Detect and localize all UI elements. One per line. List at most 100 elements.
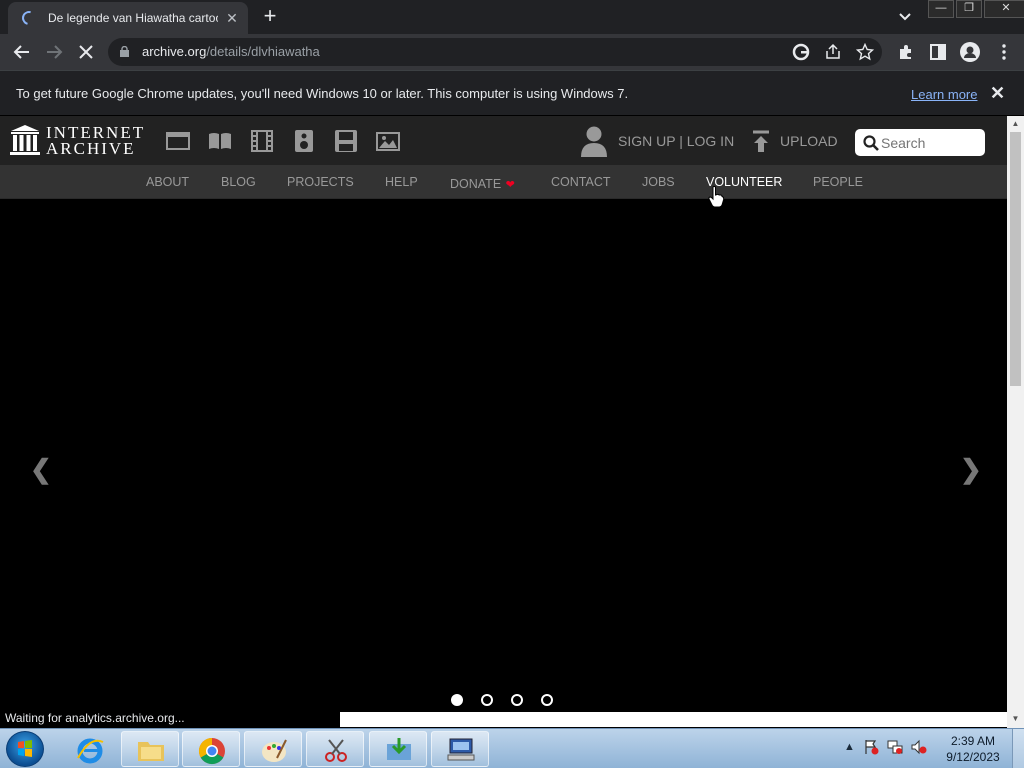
tab-close-icon[interactable]: ✕	[224, 10, 240, 27]
menu-kebab-icon[interactable]	[994, 42, 1014, 62]
web-archive-icon[interactable]	[166, 130, 190, 152]
tray-expand-icon[interactable]: ▲	[844, 741, 855, 753]
nav-help[interactable]: HELP	[385, 175, 418, 189]
nav-contact[interactable]: CONTACT	[551, 175, 611, 189]
minimize-icon[interactable]: —	[928, 0, 954, 18]
signup-login-text: SIGN UP | LOG IN	[618, 133, 735, 149]
user-avatar-icon	[581, 126, 607, 157]
address-bar[interactable]: archive.org/details/dlvhiawatha	[108, 38, 882, 66]
carousel-dot[interactable]	[451, 694, 463, 706]
back-icon[interactable]	[12, 42, 32, 62]
hand-cursor-icon	[708, 186, 724, 208]
taskbar-ie[interactable]	[60, 731, 118, 767]
url-text: archive.org/details/dlvhiawatha	[142, 44, 320, 59]
chrome-icon	[198, 737, 225, 765]
tab-title: De legende van Hiawatha cartoon	[48, 11, 218, 25]
audio-speaker-icon[interactable]	[292, 130, 316, 152]
folder-icon	[138, 742, 164, 761]
forward-icon[interactable]	[44, 42, 64, 62]
upload-link[interactable]: UPLOAD	[752, 130, 838, 152]
ia-header: INTERNET ARCHIVE SIGN UP | LOG IN UPLOAD	[0, 116, 1007, 165]
video-film-icon[interactable]	[250, 130, 274, 152]
taskbar-clock[interactable]: 2:39 AM 9/12/2023	[940, 733, 1006, 765]
scroll-up-icon[interactable]: ▲	[1011, 119, 1020, 128]
restore-icon[interactable]: ❐	[956, 0, 982, 18]
action-center-flag-icon[interactable]	[863, 739, 879, 755]
ia-logo-text[interactable]: INTERNET ARCHIVE	[46, 124, 145, 158]
extensions-icon[interactable]	[896, 42, 916, 62]
nav-about[interactable]: ABOUT	[146, 175, 189, 189]
google-lens-icon[interactable]	[792, 43, 810, 61]
browser-tab-active[interactable]: De legende van Hiawatha cartoon ✕	[8, 2, 248, 34]
carousel-prev-icon[interactable]: ❮	[30, 454, 52, 485]
network-icon[interactable]	[887, 739, 903, 755]
start-button[interactable]	[6, 731, 44, 767]
profile-icon[interactable]	[960, 42, 980, 62]
nav-projects[interactable]: PROJECTS	[287, 175, 354, 189]
browser-tabstrip: De legende van Hiawatha cartoon ✕ + — ❐ …	[0, 0, 1024, 34]
clock-time: 2:39 AM	[950, 734, 996, 748]
ia-search-box[interactable]	[855, 129, 985, 156]
ia-search-input[interactable]	[881, 133, 977, 152]
images-icon[interactable]	[376, 130, 400, 152]
loading-spinner-icon	[19, 8, 39, 28]
search-icon	[863, 135, 879, 151]
taskbar-explorer[interactable]	[121, 731, 179, 767]
carousel-dot[interactable]	[481, 694, 493, 706]
ia-logo-line2: ARCHIVE	[46, 139, 136, 158]
carousel-next-icon[interactable]: ❯	[960, 454, 982, 485]
carousel-dots	[451, 694, 571, 706]
texts-book-icon[interactable]	[208, 130, 232, 152]
heart-icon: ❤	[505, 179, 515, 191]
signup-login-link[interactable]: SIGN UP | LOG IN	[580, 124, 734, 158]
side-panel-icon[interactable]	[928, 42, 948, 62]
new-tab-icon[interactable]: +	[260, 5, 280, 29]
upload-text: UPLOAD	[780, 133, 838, 149]
clock-date: 9/12/2023	[946, 750, 1000, 764]
share-icon[interactable]	[824, 43, 842, 61]
software-floppy-icon[interactable]	[334, 130, 358, 152]
learn-more-link[interactable]: Learn more	[911, 87, 977, 102]
window-controls: — ❐ ✕	[928, 0, 1024, 18]
screen: De legende van Hiawatha cartoon ✕ + — ❐ …	[0, 0, 1024, 768]
nav-blog[interactable]: BLOG	[221, 175, 256, 189]
status-bubble: Waiting for analytics.archive.org...	[0, 708, 340, 728]
taskbar-app-green[interactable]	[369, 731, 427, 767]
window-close-icon[interactable]: ✕	[984, 0, 1024, 18]
infobar-close-icon[interactable]: ✕	[990, 83, 1005, 104]
nav-people[interactable]: PEOPLE	[813, 175, 863, 189]
ia-top-nav: ABOUT BLOG PROJECTS HELP DONATE ❤ CONTAC…	[0, 165, 1007, 199]
tab-search-icon[interactable]	[896, 8, 914, 26]
carousel-dot[interactable]	[541, 694, 553, 706]
paint-palette-icon	[262, 739, 287, 762]
taskbar-paint[interactable]	[244, 731, 302, 767]
windows-logo-icon	[18, 740, 32, 757]
vertical-scrollbar[interactable]: ▲ ▼	[1007, 116, 1024, 728]
taskbar-snipping[interactable]	[306, 731, 364, 767]
scroll-thumb[interactable]	[1010, 132, 1021, 386]
scissors-icon	[325, 739, 347, 762]
taskbar-app-computer[interactable]	[431, 731, 489, 767]
carousel-dot[interactable]	[511, 694, 523, 706]
infobar-message: To get future Google Chrome updates, you…	[16, 86, 629, 101]
browser-toolbar: archive.org/details/dlvhiawatha	[0, 34, 1024, 70]
ia-logo-icon[interactable]	[10, 124, 40, 156]
lock-icon[interactable]	[120, 46, 129, 57]
upload-icon	[753, 130, 769, 152]
system-tray: ▲	[844, 739, 927, 755]
horizontal-scrollbar[interactable]	[340, 712, 1007, 727]
nav-donate-group: DONATE ❤	[450, 175, 515, 193]
scroll-down-icon[interactable]: ▼	[1011, 714, 1020, 723]
download-app-icon	[387, 738, 411, 760]
computer-icon	[447, 738, 475, 761]
bookmark-star-icon[interactable]	[856, 43, 874, 61]
update-infobar: To get future Google Chrome updates, you…	[0, 70, 1024, 115]
nav-jobs[interactable]: JOBS	[642, 175, 675, 189]
volume-muted-icon[interactable]	[911, 739, 927, 755]
internet-explorer-icon	[77, 738, 104, 764]
show-desktop-button[interactable]	[1012, 729, 1024, 768]
url-path: /details/dlvhiawatha	[206, 44, 320, 59]
taskbar-chrome[interactable]	[182, 731, 240, 767]
stop-icon[interactable]	[76, 42, 96, 62]
nav-donate[interactable]: DONATE	[450, 177, 501, 191]
